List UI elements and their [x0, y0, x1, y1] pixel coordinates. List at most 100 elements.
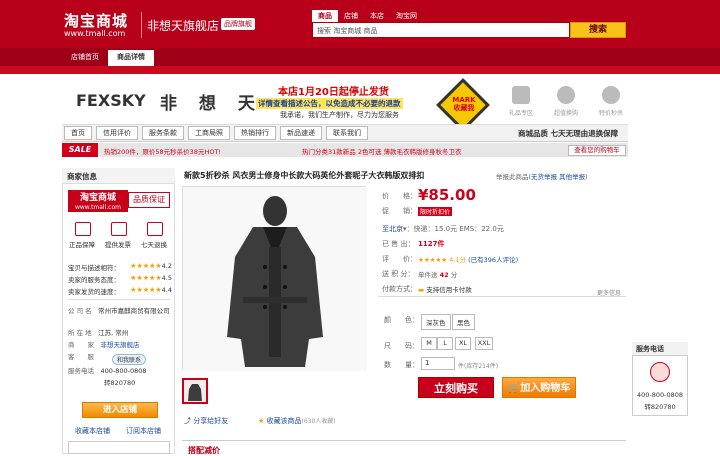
clock-icon[interactable] [602, 86, 620, 104]
favorite-label: 收藏该商品 [266, 417, 302, 425]
rating-row: 卖家的服务态度： ★★★★★4.5 [68, 274, 172, 284]
shipping-destination[interactable]: 至北京 [382, 225, 403, 233]
sale-item-2[interactable]: 热门分类31款新品 2色可选 薄款毛衣韩版修身秋冬卫衣 [302, 146, 462, 156]
shop-nav-new[interactable]: 新品速递 [280, 126, 322, 140]
discount-tag: 限时折扣价 [418, 207, 453, 216]
color-option-dark-gray[interactable]: 深灰色 [421, 314, 451, 330]
company-row: 公 司 名 常州市嘉麒商贸有限公司 [68, 306, 172, 316]
rating-label: 卖家的服务态度： [68, 276, 120, 284]
service-label-gifts[interactable]: 礼品专区 [501, 108, 541, 117]
shield-icon [75, 222, 91, 236]
color-option-black[interactable]: 黑色 [452, 314, 475, 330]
gift-icon[interactable] [512, 86, 530, 104]
sold-label: 已 售 出： [382, 240, 415, 248]
star-icon: ★ [258, 417, 265, 425]
service-label-exchange[interactable]: 超值换购 [546, 108, 586, 117]
search-tab-shops[interactable]: 店铺 [338, 10, 364, 22]
report-other-link[interactable]: 其他举报 [559, 173, 585, 181]
view-cart-button[interactable]: 查看您的购物车 [568, 145, 626, 156]
sale-item-1[interactable]: 热销200件，原价58元秒杀价38元HOT! [104, 146, 221, 156]
favorite-item-link[interactable]: ★ 收藏该商品(630人收藏) [258, 416, 336, 426]
search-input[interactable]: 搜索 淘宝商城 商品 [312, 22, 570, 38]
share-link[interactable]: ⤴ 分享给好友 [184, 416, 228, 426]
coat-image [183, 187, 367, 371]
payment-value: 支持信用卡付款 [426, 286, 472, 294]
red-banner [0, 66, 720, 74]
shop-nav-credit[interactable]: 信用评价 [96, 126, 138, 140]
tab-product-detail[interactable]: 商品详情 [108, 50, 154, 66]
subscribe-shop-link[interactable]: 订阅本店铺 [126, 426, 161, 436]
company-key: 公 司 名 [68, 307, 92, 315]
quantity-input[interactable]: 1 [421, 357, 455, 370]
price-value: ¥85.00 [418, 186, 476, 204]
rating-row: 卖家发货的速度： ★★★★★4.4 [68, 286, 172, 296]
left-bottom-box [68, 441, 170, 454]
product-title: 新款5折秒杀 风衣男士修身中长款大码英伦外套呢子大衣韩版双排扣 [184, 171, 425, 180]
tmall-badge-url: www.tmall.com [74, 204, 121, 211]
search-tab-taobao[interactable]: 淘宝网 [390, 10, 423, 22]
enter-shop-button[interactable]: 进入店铺 [82, 402, 158, 418]
payment-method: ▬ 支持信用卡付款 [418, 284, 472, 294]
location-value: 江苏, 常州 [98, 329, 129, 337]
payment-label: 付款方式： [382, 285, 417, 293]
seller-row: 商 家 非想天旗舰店 [68, 340, 140, 350]
service-row: 客 服 [68, 352, 94, 362]
search-tab-this-shop[interactable]: 本店 [364, 10, 390, 22]
rating-stars: ★★★★★ [130, 274, 162, 282]
brand-logo-en: FEXSKY [76, 91, 146, 110]
points-info: 单件送 42 分 [418, 269, 457, 279]
guarantee-return: 七天退换 [141, 241, 167, 249]
phone-row: 服务电话 400-800-0808 [68, 366, 147, 376]
tmall-logo[interactable]: 淘宝商城 [64, 10, 128, 31]
invoice-icon [111, 222, 127, 236]
shop-nav-contact[interactable]: 联系我们 [326, 126, 368, 140]
recommend-section [182, 440, 626, 454]
report-no-stock-link[interactable]: 无货举报 [531, 173, 557, 181]
favorite-count: (630人收藏) [301, 418, 336, 425]
contact-seller-button[interactable]: 和我联系 [112, 354, 147, 365]
size-option-m[interactable]: M [421, 337, 437, 350]
service-label-flash[interactable]: 特价秒杀 [591, 108, 631, 117]
rating-stars: ★★★★★ [130, 262, 162, 270]
share-label: 分享给好友 [193, 417, 229, 425]
tmall-badge: 淘宝商城 www.tmall.com [68, 190, 128, 212]
search-button[interactable]: 搜索 [570, 22, 626, 38]
add-to-cart-button[interactable]: 🛒加入购物车 [502, 377, 576, 398]
favorite-shop-link[interactable]: 收藏本店铺 [75, 426, 110, 436]
stock-info: 件(库存214件) [458, 363, 499, 370]
size-option-xxl[interactable]: XXL [475, 337, 493, 350]
color-label: 颜 色： [384, 316, 419, 324]
company-value: 常州市嘉麒商贸有限公司 [98, 307, 170, 315]
product-main-image[interactable] [182, 186, 367, 371]
buy-now-button[interactable]: 立刻购买 [418, 377, 494, 398]
rating-label: 评 价： [382, 255, 417, 263]
search-tab-products[interactable]: 商品 [312, 10, 338, 22]
size-option-l[interactable]: L [437, 337, 453, 350]
tab-shop-home[interactable]: 店铺首页 [62, 50, 108, 66]
chevron-down-icon: ▾ [403, 225, 407, 233]
shop-nav-terms[interactable]: 服务条款 [142, 126, 184, 140]
tmall-badge-name: 淘宝商城 [79, 193, 116, 203]
shop-nav-home[interactable]: 首页 [64, 126, 92, 140]
divider [378, 296, 626, 297]
shop-nav-buttons: 首页 信用评价 服务条款 工商局照 热销排行 新品速递 联系我们 [64, 126, 368, 140]
shop-nav-license[interactable]: 工商局照 [188, 126, 230, 140]
rating-score: 4.4 [161, 286, 172, 294]
location-key: 所 在 地 [68, 329, 92, 337]
phone-value: 400-800-0808 [100, 367, 147, 375]
share-icon: ⤴ [184, 417, 194, 425]
shop-name[interactable]: 非想天旗舰店 [147, 17, 219, 34]
rating-label: 卖家发货的速度： [68, 288, 120, 296]
seller-value[interactable]: 非想天旗舰店 [101, 341, 140, 349]
size-option-xl[interactable]: XL [455, 337, 471, 350]
phone-icon [650, 362, 670, 382]
review-count-link[interactable]: (已有396人评论) [468, 256, 518, 264]
recycle-icon[interactable] [557, 86, 575, 104]
shipping-fees: 快递：15.0元 EMS：22.0元 [413, 225, 504, 233]
product-thumbnail[interactable] [182, 378, 208, 404]
header-divider [141, 12, 142, 38]
sold-count: 1127件 [418, 240, 445, 248]
flagship-badge: 品牌旗舰 [221, 18, 255, 30]
shop-nav-bestsellers[interactable]: 热销排行 [234, 126, 276, 140]
quality-badge: 品质保证 [128, 192, 170, 208]
